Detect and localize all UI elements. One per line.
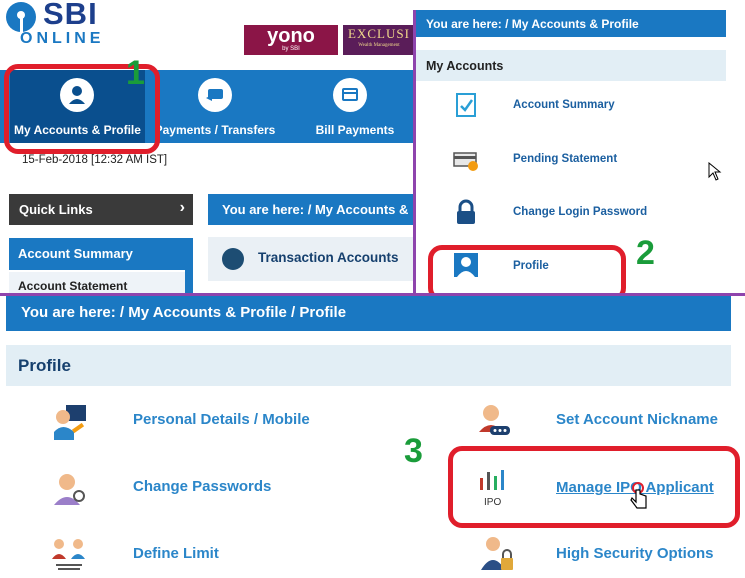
quick-links-bar[interactable]: Quick Links › [9, 194, 193, 225]
breadcrumb: You are here: / My Accounts & [208, 194, 420, 225]
change-password-icon [50, 469, 88, 507]
menu-item-account-summary[interactable]: Account Summary [513, 99, 615, 111]
logo-text: SBI [43, 0, 98, 31]
breadcrumb: You are here: / My Accounts & Profile / … [6, 296, 731, 331]
step-number: 2 [636, 234, 655, 272]
panel-heading-text: My Accounts [426, 59, 504, 73]
step-number: 1 [126, 54, 145, 92]
sidebar-item-label: Account Statement [18, 279, 128, 293]
chevron-right-icon: › [179, 199, 185, 216]
breadcrumb-text: You are here: / My Accounts & Profile / … [21, 304, 347, 321]
transfer-icon [198, 78, 232, 112]
define-limit-icon [50, 535, 88, 573]
link-personal-details[interactable]: Personal Details / Mobile [133, 411, 310, 428]
profile-heading-text: Profile [18, 356, 71, 375]
sidebar-scrollbar[interactable] [185, 238, 193, 295]
bill-icon [333, 78, 367, 112]
breadcrumb: You are here: / My Accounts & Profile [416, 10, 726, 37]
link-set-account-nickname[interactable]: Set Account Nickname [556, 411, 718, 428]
link-define-limit[interactable]: Define Limit [133, 545, 219, 562]
nav-label: Payments / Transfers [154, 123, 276, 137]
nav-bill-payments[interactable]: Bill Payments [290, 70, 420, 143]
menu-item-change-login-password[interactable]: Change Login Password [513, 206, 647, 218]
logo-subtext: ONLINE [20, 30, 105, 47]
menu-item-pending-statement[interactable]: Pending Statement [513, 153, 617, 165]
exclusive-text: EXCLUSI [348, 26, 410, 41]
breadcrumb-text: You are here: / My Accounts & [222, 202, 409, 217]
pending-statement-icon [452, 146, 480, 174]
yono-text: yono [267, 25, 315, 47]
yono-banner[interactable]: yono by SBI [244, 25, 338, 55]
exclusive-banner[interactable]: EXCLUSI Wealth Management [343, 25, 415, 55]
link-change-passwords[interactable]: Change Passwords [133, 478, 271, 495]
transaction-accounts-label: Transaction Accounts [258, 250, 399, 265]
breadcrumb-text: You are here: / My Accounts & Profile [426, 17, 639, 31]
yono-subtext: by SBI [282, 46, 300, 52]
link-high-security-options[interactable]: High Security Options [556, 545, 714, 562]
sidebar-item-account-summary[interactable]: Account Summary [9, 238, 185, 270]
personal-details-icon [50, 402, 88, 440]
account-summary-icon [452, 91, 480, 119]
sidebar-item-label: Account Summary [18, 246, 133, 261]
session-date: 15-Feb-2018 [12:32 AM IST] [22, 154, 168, 166]
profile-heading: Profile [6, 345, 731, 386]
panel-heading: My Accounts [416, 50, 726, 81]
step-number: 3 [404, 432, 423, 470]
lock-icon [452, 198, 480, 226]
account-icon [222, 248, 244, 270]
quick-links-label: Quick Links [19, 202, 93, 217]
account-nickname-icon [474, 400, 512, 438]
nav-payments[interactable]: Payments / Transfers [150, 70, 280, 143]
highlight-box-step3 [448, 446, 740, 528]
sbi-logo-icon [6, 2, 36, 34]
mouse-pointer-icon [708, 162, 722, 181]
exclusive-subtext: Wealth Management [358, 43, 400, 48]
security-icon [477, 534, 515, 572]
nav-label: Bill Payments [315, 123, 395, 137]
sidebar-item-account-statement[interactable]: Account Statement [9, 272, 185, 295]
